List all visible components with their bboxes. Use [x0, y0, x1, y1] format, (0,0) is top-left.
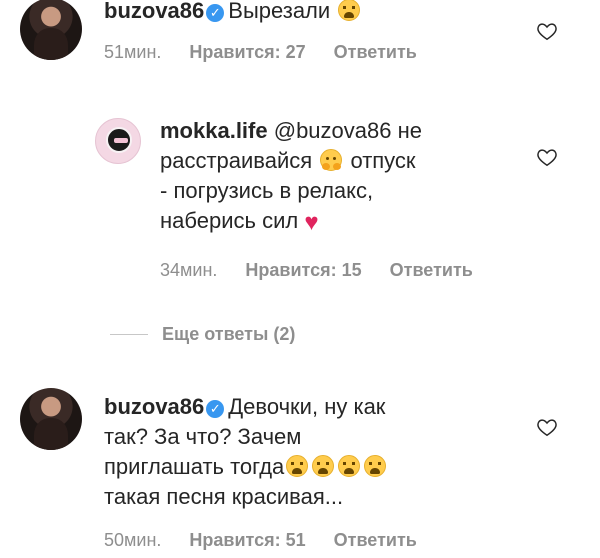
heart-outline-icon[interactable] [536, 146, 558, 168]
comment-time: 34мин. [160, 260, 218, 280]
reply-button[interactable]: Ответить [334, 530, 417, 550]
comment-time: 51мин. [104, 42, 162, 62]
verified-badge-icon: ✓ [206, 4, 225, 22]
comment-username[interactable]: buzova86 [104, 0, 204, 23]
comment-body: Вырезали [228, 0, 331, 23]
comment-body: расстраивайся [160, 148, 313, 173]
loudly-crying-face-emoji-icon [312, 455, 335, 477]
likes-count-link[interactable]: Нравится: 15 [245, 260, 361, 280]
avatar[interactable] [95, 118, 141, 164]
verified-badge-icon: ✓ [206, 400, 225, 418]
heart-outline-icon[interactable] [536, 20, 558, 42]
avatar[interactable] [20, 0, 82, 60]
comment-body: приглашать тогда [104, 454, 285, 479]
red-heart-emoji-icon: ♥ [304, 209, 319, 236]
comment-meta: 34мин. Нравится: 15 Ответить [160, 260, 501, 281]
comment-body: такая песня красивая... [104, 484, 344, 509]
comment-username[interactable]: mokka.life [160, 118, 268, 143]
comment-time: 50мин. [104, 530, 162, 550]
more-replies-label: Еще ответы (2) [162, 324, 296, 344]
comment-username[interactable]: buzova86 [104, 394, 204, 419]
comment-meta: 50мин. Нравится: 51 Ответить [104, 530, 445, 551]
comment-body: так? За что? Зачем [104, 424, 302, 449]
hugging-face-emoji-icon [320, 149, 343, 171]
comment-meta: 51мин. Нравится: 27 Ответить [104, 42, 445, 63]
comment-text: buzova86 ✓ Девочки, ну как так? За что? За… [104, 392, 524, 512]
comment-body: не [397, 118, 422, 143]
mention-link[interactable]: @buzova86 [274, 118, 392, 143]
reply-button[interactable]: Ответить [334, 42, 417, 62]
loudly-crying-face-emoji-icon [338, 0, 361, 21]
reply-button[interactable]: Ответить [390, 260, 473, 280]
loudly-crying-face-emoji-icon [338, 455, 361, 477]
comment-body: наберись сил [160, 208, 299, 233]
comment-body: отпуск [350, 148, 416, 173]
comment-body: - погрузись в релакс, [160, 178, 374, 203]
heart-outline-icon[interactable] [536, 416, 558, 438]
view-more-replies-button[interactable]: Еще ответы (2) [110, 324, 295, 345]
comment-text: mokka.life @buzova86 не расстраивайся от… [160, 116, 540, 236]
divider-line [110, 334, 148, 335]
avatar[interactable] [20, 388, 82, 450]
comment-body: Девочки, ну как [228, 394, 386, 419]
loudly-crying-face-emoji-icon [364, 455, 387, 477]
comment-text: buzova86 ✓ Вырезали [104, 0, 362, 26]
likes-count-link[interactable]: Нравится: 51 [189, 530, 305, 550]
mokka-logo-icon [106, 127, 132, 153]
likes-count-link[interactable]: Нравится: 27 [189, 42, 305, 62]
loudly-crying-face-emoji-icon [286, 455, 309, 477]
